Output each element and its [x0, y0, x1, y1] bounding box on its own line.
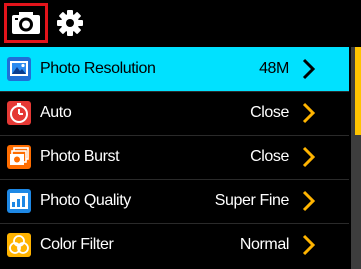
menu-item-value: Close	[250, 104, 289, 121]
menu-item-photo-burst[interactable]: Photo Burst Close	[0, 135, 349, 179]
tab-settings-mode[interactable]	[54, 7, 86, 39]
menu-item-color-filter[interactable]: Color Filter Normal	[0, 223, 349, 267]
chevron-right-icon	[302, 58, 316, 80]
menu-item-label: Photo Resolution	[40, 60, 156, 77]
menu-item-value: Close	[250, 148, 289, 165]
menu-item-auto[interactable]: Auto Close	[0, 91, 349, 135]
menu-item-value: 48M	[259, 60, 289, 77]
color-filter-icon	[7, 233, 31, 257]
menu-item-label: Color Filter	[40, 236, 114, 253]
menu-divider	[0, 223, 349, 224]
camera-icon	[12, 12, 40, 34]
menu-item-photo-resolution[interactable]: Photo Resolution 48M	[0, 47, 349, 91]
scrollbar-thumb[interactable]	[355, 47, 361, 135]
menu-item-label: Photo Burst	[40, 148, 120, 165]
menu-divider	[0, 135, 349, 136]
menu-item-value: Super Fine	[214, 192, 290, 209]
burst-icon	[7, 145, 31, 169]
menu-item-label: Photo Quality	[40, 192, 131, 209]
chevron-right-icon	[302, 102, 316, 124]
menu-item-photo-quality[interactable]: Photo Quality Super Fine	[0, 179, 349, 223]
quality-icon	[7, 189, 31, 213]
tab-photo-mode[interactable]	[4, 3, 48, 43]
gear-icon	[57, 10, 83, 36]
chevron-right-icon	[302, 190, 316, 212]
image-icon	[7, 57, 31, 81]
chevron-right-icon	[302, 146, 316, 168]
mode-tab-bar	[0, 0, 361, 47]
camera-settings-screen: Photo Resolution 48M Auto Close Photo Bu…	[0, 0, 361, 269]
menu-divider	[0, 179, 349, 180]
menu-item-label: Auto	[40, 104, 72, 121]
settings-menu-list: Photo Resolution 48M Auto Close Photo Bu…	[0, 47, 349, 269]
timer-icon	[7, 101, 31, 125]
menu-divider	[0, 91, 349, 92]
menu-item-value: Normal	[239, 236, 290, 253]
chevron-right-icon	[302, 234, 316, 256]
